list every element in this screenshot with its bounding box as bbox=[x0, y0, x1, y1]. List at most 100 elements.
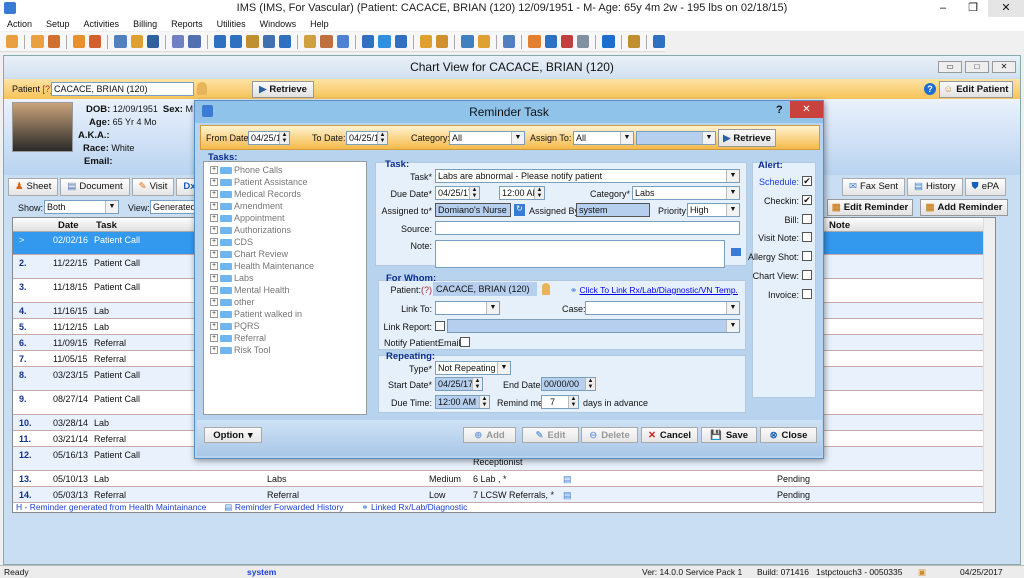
toolbar-button-icon[interactable] bbox=[278, 35, 292, 48]
toolbar-button-icon[interactable] bbox=[461, 35, 474, 48]
type-select[interactable]: Not Repeating ▼ bbox=[435, 361, 511, 375]
source-input[interactable] bbox=[435, 221, 740, 235]
assigned-to-value[interactable]: Domiano's Nurse bbox=[435, 203, 511, 217]
forward-history-icon[interactable]: ▤ bbox=[563, 474, 572, 485]
spin-icon[interactable]: ▲ ▼ bbox=[469, 187, 479, 199]
tree-node[interactable]: + Amendment bbox=[210, 200, 366, 212]
chart-close-button[interactable]: ✕ bbox=[992, 61, 1016, 73]
alert-checkbox[interactable]: ✔ bbox=[802, 176, 812, 186]
tree-node[interactable]: + Health Maintenance bbox=[210, 260, 366, 272]
expand-icon[interactable]: + bbox=[210, 274, 218, 282]
toolbar-button-icon[interactable] bbox=[652, 35, 666, 48]
patient-help-mark[interactable]: (?) bbox=[421, 285, 432, 295]
minimize-button[interactable]: – bbox=[928, 0, 958, 17]
tab-visit[interactable]: ✎ Visit bbox=[131, 178, 175, 196]
expand-icon[interactable]: + bbox=[210, 322, 218, 330]
expand-icon[interactable]: + bbox=[210, 250, 218, 258]
tree-node[interactable]: + Mental Health bbox=[210, 284, 366, 296]
dialog-help-button[interactable]: ? bbox=[776, 104, 783, 116]
tree-node[interactable]: + Risk Tool bbox=[210, 344, 366, 356]
toolbar-button-icon[interactable] bbox=[47, 35, 60, 48]
toolbar-button-icon[interactable] bbox=[213, 35, 227, 48]
link-report-checkbox[interactable] bbox=[435, 321, 445, 331]
menu-activities[interactable]: Activities bbox=[77, 17, 127, 31]
expand-icon[interactable]: + bbox=[210, 286, 218, 294]
tab-fax-sent[interactable]: ✉ Fax Sent bbox=[842, 178, 905, 196]
expand-icon[interactable]: + bbox=[210, 214, 218, 222]
note-textarea[interactable] bbox=[435, 240, 725, 268]
expand-icon[interactable]: + bbox=[210, 226, 218, 234]
tree-node[interactable]: + Chart Review bbox=[210, 248, 366, 260]
assign-lookup-icon[interactable]: ↻ bbox=[514, 204, 525, 216]
toolbar-button-icon[interactable] bbox=[627, 35, 640, 48]
spin-icon[interactable]: ▲ ▼ bbox=[568, 396, 578, 408]
view-select[interactable]: Generated bbox=[150, 200, 196, 214]
toolbar-button-icon[interactable] bbox=[502, 35, 516, 48]
restore-button[interactable]: ❐ bbox=[958, 0, 988, 17]
link-rx-lab-text[interactable]: Click To Link Rx/Lab/Diagnostic/VN Temp. bbox=[580, 285, 738, 295]
assign-to-secondary-select[interactable]: ▼ bbox=[636, 131, 716, 145]
toolbar-button-icon[interactable] bbox=[544, 35, 557, 48]
alert-checkbox[interactable] bbox=[802, 270, 812, 280]
tree-node[interactable]: + Medical Records bbox=[210, 188, 366, 200]
expand-icon[interactable]: + bbox=[210, 346, 218, 354]
remind-days-input[interactable]: 7 ▲ ▼ bbox=[541, 395, 579, 409]
alert-checkbox[interactable] bbox=[802, 251, 812, 262]
expand-icon[interactable]: + bbox=[210, 202, 218, 210]
expand-icon[interactable]: + bbox=[210, 178, 218, 186]
expand-icon[interactable]: + bbox=[210, 238, 218, 246]
menu-action[interactable]: Action bbox=[0, 17, 39, 31]
tab-document[interactable]: ▤ Document bbox=[60, 178, 130, 196]
toolbar-button-icon[interactable] bbox=[560, 35, 574, 48]
toolbar-button-icon[interactable] bbox=[304, 35, 317, 48]
option-button[interactable]: Option ▾ bbox=[204, 427, 262, 443]
assign-to-select[interactable]: All ▼ bbox=[573, 131, 634, 145]
toolbar-button-icon[interactable] bbox=[31, 35, 44, 48]
expand-icon[interactable]: + bbox=[210, 310, 218, 318]
expand-icon[interactable]: + bbox=[210, 334, 218, 342]
cancel-button[interactable]: ✕ Cancel bbox=[641, 427, 698, 443]
toolbar-button-icon[interactable] bbox=[89, 35, 102, 48]
save-button[interactable]: 💾 Save bbox=[701, 427, 757, 443]
toolbar-button-icon[interactable] bbox=[262, 35, 275, 48]
alert-checkbox[interactable]: ✔ bbox=[802, 194, 812, 205]
tab-epa[interactable]: ⛊ ePA bbox=[964, 178, 1006, 196]
add-button[interactable]: ⊕ Add bbox=[463, 427, 516, 443]
help-icon[interactable]: ? bbox=[924, 83, 936, 95]
spin-icon[interactable]: ▲ ▼ bbox=[472, 378, 482, 390]
tree-node[interactable]: + Phone Calls bbox=[210, 164, 366, 176]
add-reminder-button[interactable]: ▦ Add Reminder bbox=[920, 199, 1008, 216]
task-select[interactable]: Labs are abnormal - Please notify patien… bbox=[435, 169, 740, 183]
due-time-input[interactable]: 12:00 AM ▲ ▼ bbox=[499, 186, 545, 200]
tree-node[interactable]: + other bbox=[210, 296, 366, 308]
tab-sheet[interactable]: ♟ Sheet bbox=[8, 178, 59, 196]
toolbar-button-icon[interactable] bbox=[477, 35, 490, 48]
forward-history-icon[interactable]: ▤ bbox=[563, 490, 572, 501]
to-date-input[interactable]: 04/25/17 ▲ ▼ bbox=[346, 131, 388, 145]
tree-node[interactable]: + CDS bbox=[210, 236, 366, 248]
expand-icon[interactable]: + bbox=[210, 262, 218, 270]
tree-node[interactable]: + Patient Assistance bbox=[210, 176, 366, 188]
category-filter-select[interactable]: All ▼ bbox=[449, 131, 525, 145]
link-report-select[interactable]: ▼ bbox=[447, 319, 740, 333]
tree-node[interactable]: + Referral bbox=[210, 332, 366, 344]
toolbar-button-icon[interactable] bbox=[577, 35, 590, 48]
link-to-select[interactable]: ▼ bbox=[435, 301, 500, 315]
email-checkbox[interactable] bbox=[460, 337, 470, 347]
tree-node[interactable]: + Authorizations bbox=[210, 224, 366, 236]
toolbar-button-icon[interactable] bbox=[602, 35, 615, 48]
link-rx-lab[interactable]: ⚭ Click To Link Rx/Lab/Diagnostic/VN Tem… bbox=[570, 285, 738, 296]
toolbar-button-icon[interactable] bbox=[362, 35, 375, 48]
toolbar-button-icon[interactable] bbox=[394, 35, 407, 48]
repeat-due-time-input[interactable]: 12:00 AM ▲ ▼ bbox=[435, 395, 490, 409]
toolbar-button-icon[interactable] bbox=[378, 35, 391, 48]
tab-history[interactable]: ▤ History bbox=[907, 178, 963, 196]
alert-checkbox[interactable] bbox=[802, 232, 812, 243]
dialog-close-button[interactable]: ✕ bbox=[790, 101, 823, 118]
edit-reminder-button[interactable]: ▦ Edit Reminder bbox=[827, 199, 913, 216]
expand-icon[interactable]: + bbox=[210, 190, 218, 198]
column-task[interactable]: Task bbox=[96, 220, 117, 231]
expand-icon[interactable]: + bbox=[210, 298, 218, 306]
edit-button[interactable]: ✎ Edit bbox=[522, 427, 579, 443]
menu-windows[interactable]: Windows bbox=[253, 17, 304, 31]
